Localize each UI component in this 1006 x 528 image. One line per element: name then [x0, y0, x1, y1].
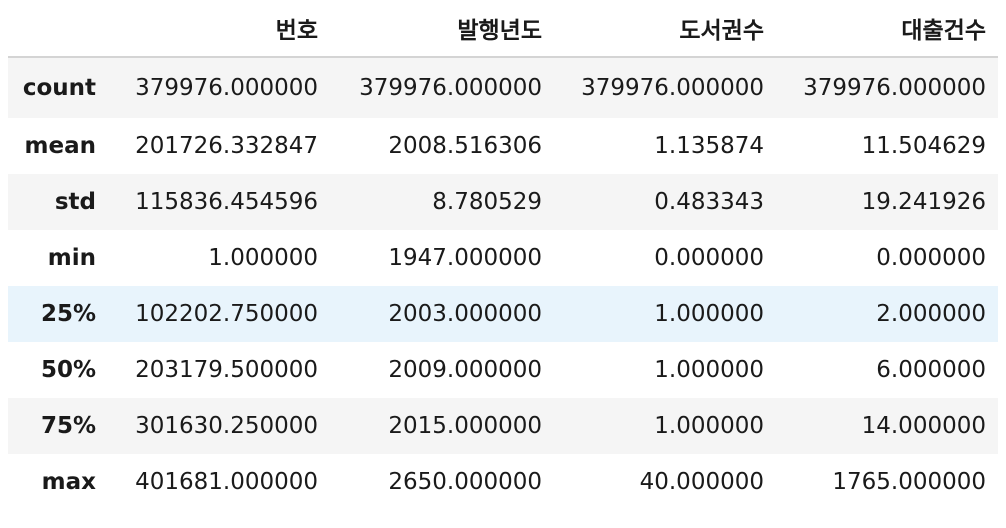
row-index-label: 50% [40, 357, 96, 383]
table-cell: 0.483343 [654, 189, 764, 215]
table-cell: 379976.000000 [803, 75, 986, 101]
column-header: 대출건수 [776, 0, 998, 58]
table-row: mean 201726.332847 2008.516306 1.135874 … [8, 118, 998, 174]
table-cell: 1947.000000 [388, 245, 542, 271]
table-cell: 201726.332847 [135, 133, 318, 159]
table-cell: 102202.750000 [135, 301, 318, 327]
dataframe-describe-table: 번호 발행년도 도서권수 대출건수 count 379976.000000 37… [8, 0, 998, 510]
row-index-label: 75% [40, 413, 96, 439]
table-header-row: 번호 발행년도 도서권수 대출건수 [8, 0, 998, 58]
table-row: max 401681.000000 2650.000000 40.000000 … [8, 454, 998, 510]
table-cell: 1.000000 [654, 413, 764, 439]
table-cell: 1765.000000 [832, 469, 986, 495]
row-index-label: max [41, 469, 96, 495]
table-cell: 8.780529 [432, 189, 542, 215]
table-cell: 401681.000000 [135, 469, 318, 495]
row-index-label: std [54, 189, 96, 215]
index-header-cell [8, 0, 108, 58]
table-cell: 379976.000000 [359, 75, 542, 101]
table-row-hovered: 25% 102202.750000 2003.000000 1.000000 2… [8, 286, 998, 342]
table-cell: 379976.000000 [581, 75, 764, 101]
table-row: std 115836.454596 8.780529 0.483343 19.2… [8, 174, 998, 230]
row-index-label: 25% [40, 301, 96, 327]
table-cell: 14.000000 [861, 413, 986, 439]
table-cell: 379976.000000 [135, 75, 318, 101]
table-cell: 1.000000 [654, 357, 764, 383]
table-cell: 301630.250000 [135, 413, 318, 439]
table-cell: 2650.000000 [388, 469, 542, 495]
table-cell: 1.000000 [654, 301, 764, 327]
table-cell: 11.504629 [861, 133, 986, 159]
table-cell: 2009.000000 [388, 357, 542, 383]
table-cell: 1.135874 [654, 133, 764, 159]
table-cell: 2008.516306 [388, 133, 542, 159]
table-cell: 1.000000 [208, 245, 318, 271]
row-index-label: min [47, 245, 96, 271]
table-cell: 40.000000 [639, 469, 764, 495]
table-row: 75% 301630.250000 2015.000000 1.000000 1… [8, 398, 998, 454]
table-cell: 6.000000 [876, 357, 986, 383]
table-cell: 19.241926 [861, 189, 986, 215]
table-cell: 2.000000 [876, 301, 986, 327]
table-cell: 2015.000000 [388, 413, 542, 439]
table-row: 50% 203179.500000 2009.000000 1.000000 6… [8, 342, 998, 398]
table-row: min 1.000000 1947.000000 0.000000 0.0000… [8, 230, 998, 286]
table-cell: 2003.000000 [388, 301, 542, 327]
table-cell: 0.000000 [654, 245, 764, 271]
table-cell: 115836.454596 [135, 189, 318, 215]
column-header: 번호 [108, 0, 330, 58]
column-header: 발행년도 [330, 0, 554, 58]
row-index-label: count [22, 75, 96, 101]
column-header: 도서권수 [554, 0, 776, 58]
table-cell: 0.000000 [876, 245, 986, 271]
row-index-label: mean [24, 133, 96, 159]
table-cell: 203179.500000 [135, 357, 318, 383]
table-row: count 379976.000000 379976.000000 379976… [8, 57, 998, 118]
